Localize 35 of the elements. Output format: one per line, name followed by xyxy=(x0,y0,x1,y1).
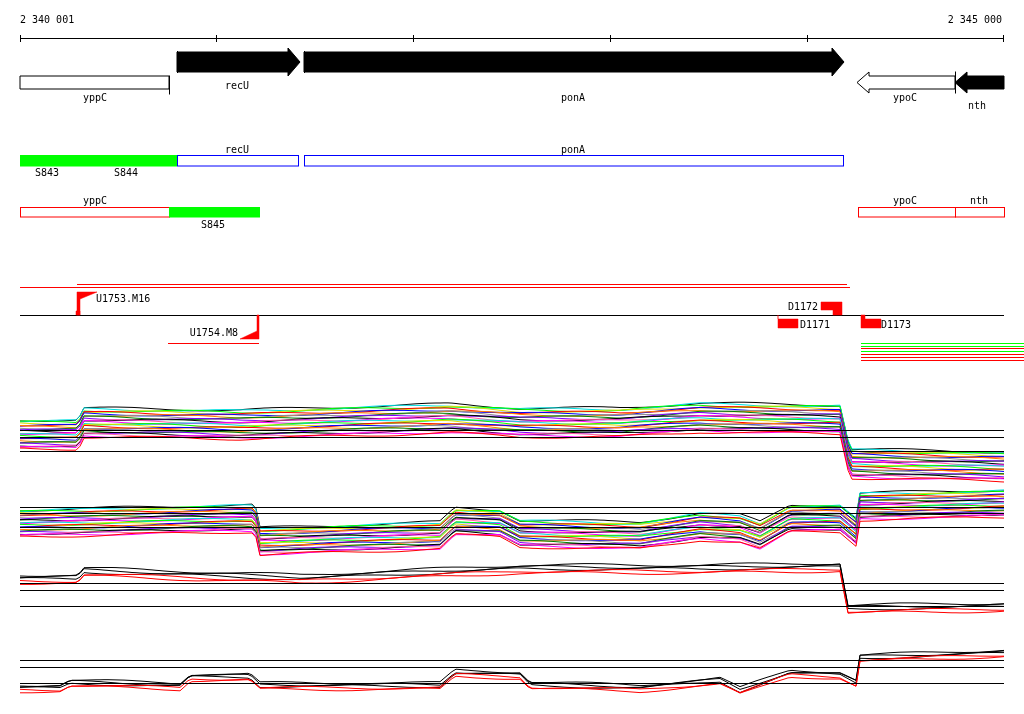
feature-label: S843 xyxy=(34,167,60,178)
feature-label: ponA xyxy=(560,144,586,155)
gene-feature-box[interactable] xyxy=(304,155,844,167)
gene-arrow[interactable] xyxy=(856,71,956,94)
marker-label: U1754.M8 xyxy=(189,327,238,338)
flag-marker[interactable] xyxy=(75,291,98,316)
gene-arrow[interactable] xyxy=(954,71,1005,94)
gene-box[interactable] xyxy=(19,75,170,95)
gene-label: nth xyxy=(967,100,987,111)
feature-label: ypoC xyxy=(892,195,918,206)
feature-label: nth xyxy=(969,195,989,206)
gene-label: ponA xyxy=(560,92,586,103)
ruler-start-label: 2 340 001 xyxy=(20,14,75,25)
block-marker[interactable] xyxy=(860,314,882,329)
gene-feature-box[interactable] xyxy=(177,155,299,167)
gene-arrow[interactable] xyxy=(303,47,845,77)
gene-arrow[interactable] xyxy=(176,47,301,77)
feature-label: S844 xyxy=(113,167,139,178)
gene-feature-box[interactable] xyxy=(858,207,956,218)
block-marker[interactable] xyxy=(820,301,843,316)
gene-label: yppC xyxy=(82,92,108,103)
block-marker[interactable] xyxy=(777,314,799,329)
feature-label: recU xyxy=(224,144,250,155)
feature-label: yppC xyxy=(82,195,108,206)
gene-label: recU xyxy=(224,80,250,91)
flag-marker[interactable] xyxy=(239,314,260,340)
marker-label: D1172 xyxy=(787,301,818,312)
feature-label: S845 xyxy=(200,219,226,230)
gene-feature-box[interactable] xyxy=(20,207,170,218)
ruler-end-label: 2 345 000 xyxy=(947,14,1002,25)
gene-label: ypoC xyxy=(892,92,918,103)
marker-label: D1171 xyxy=(800,319,831,330)
gene-feature-box[interactable] xyxy=(955,207,1005,218)
marker-label: D1173 xyxy=(881,319,912,330)
marker-label: U1753.M16 xyxy=(96,293,151,304)
